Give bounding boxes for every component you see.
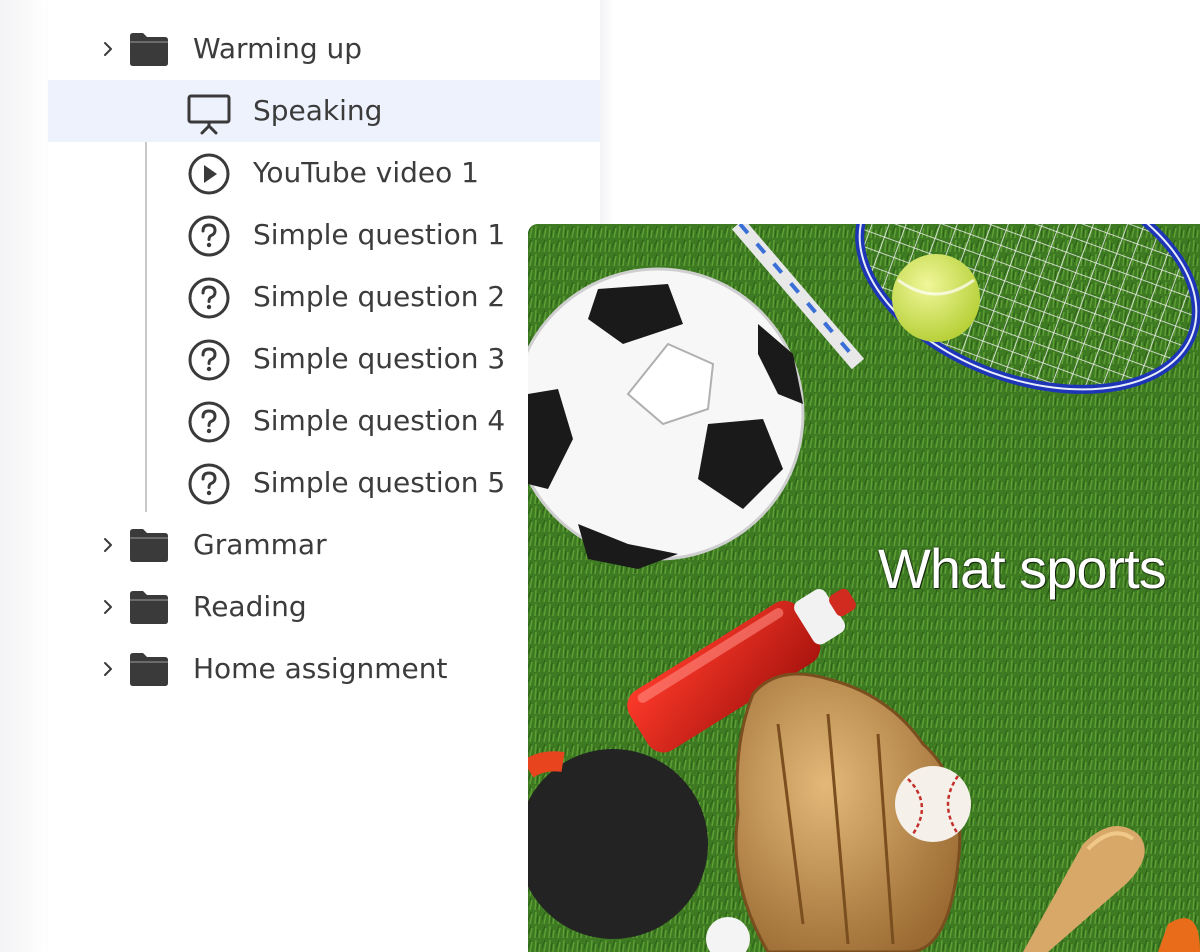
item-label: Simple question 2	[253, 280, 506, 313]
play-circle-icon	[188, 153, 230, 195]
folder-icon	[130, 653, 168, 686]
item-simple-question-3[interactable]: Simple question 3	[48, 328, 600, 390]
item-label: Simple question 1	[253, 218, 506, 251]
question-circle-icon	[188, 463, 230, 505]
question-circle-icon	[188, 215, 230, 257]
item-youtube-video-1[interactable]: YouTube video 1	[48, 142, 600, 204]
question-circle-icon	[188, 277, 230, 319]
folder-grammar[interactable]: Grammar	[48, 514, 600, 576]
item-simple-question-5[interactable]: Simple question 5	[48, 452, 600, 514]
folder-icon	[130, 33, 168, 66]
chevron-right-icon[interactable]	[98, 534, 120, 556]
item-label: YouTube video 1	[253, 156, 479, 189]
folder-label: Grammar	[193, 528, 327, 561]
item-label: Simple question 5	[253, 466, 506, 499]
folder-icon	[130, 591, 168, 624]
chevron-right-icon[interactable]	[98, 596, 120, 618]
folder-reading[interactable]: Reading	[48, 576, 600, 638]
folder-label: Reading	[193, 590, 307, 623]
folder-label: Home assignment	[193, 652, 448, 685]
item-speaking[interactable]: Speaking	[48, 80, 600, 142]
left-gutter	[0, 0, 48, 952]
item-simple-question-1[interactable]: Simple question 1	[48, 204, 600, 266]
slide-caption: What sports	[878, 537, 1167, 600]
folder-icon	[130, 529, 168, 562]
folder-label: Warming up	[193, 32, 363, 65]
slide-preview[interactable]: What sports	[528, 224, 1200, 952]
item-simple-question-4[interactable]: Simple question 4	[48, 390, 600, 452]
folder-warming-up[interactable]: Warming up	[48, 18, 600, 80]
chevron-right-icon[interactable]	[98, 658, 120, 680]
presentation-icon	[187, 94, 231, 135]
folder-home-assignment[interactable]: Home assignment	[48, 638, 600, 700]
item-label: Simple question 4	[253, 404, 506, 437]
item-label: Speaking	[253, 94, 383, 127]
item-label: Simple question 3	[253, 342, 506, 375]
question-circle-icon	[188, 339, 230, 381]
item-simple-question-2[interactable]: Simple question 2	[48, 266, 600, 328]
chevron-down-icon[interactable]	[98, 38, 120, 60]
question-circle-icon	[188, 401, 230, 443]
